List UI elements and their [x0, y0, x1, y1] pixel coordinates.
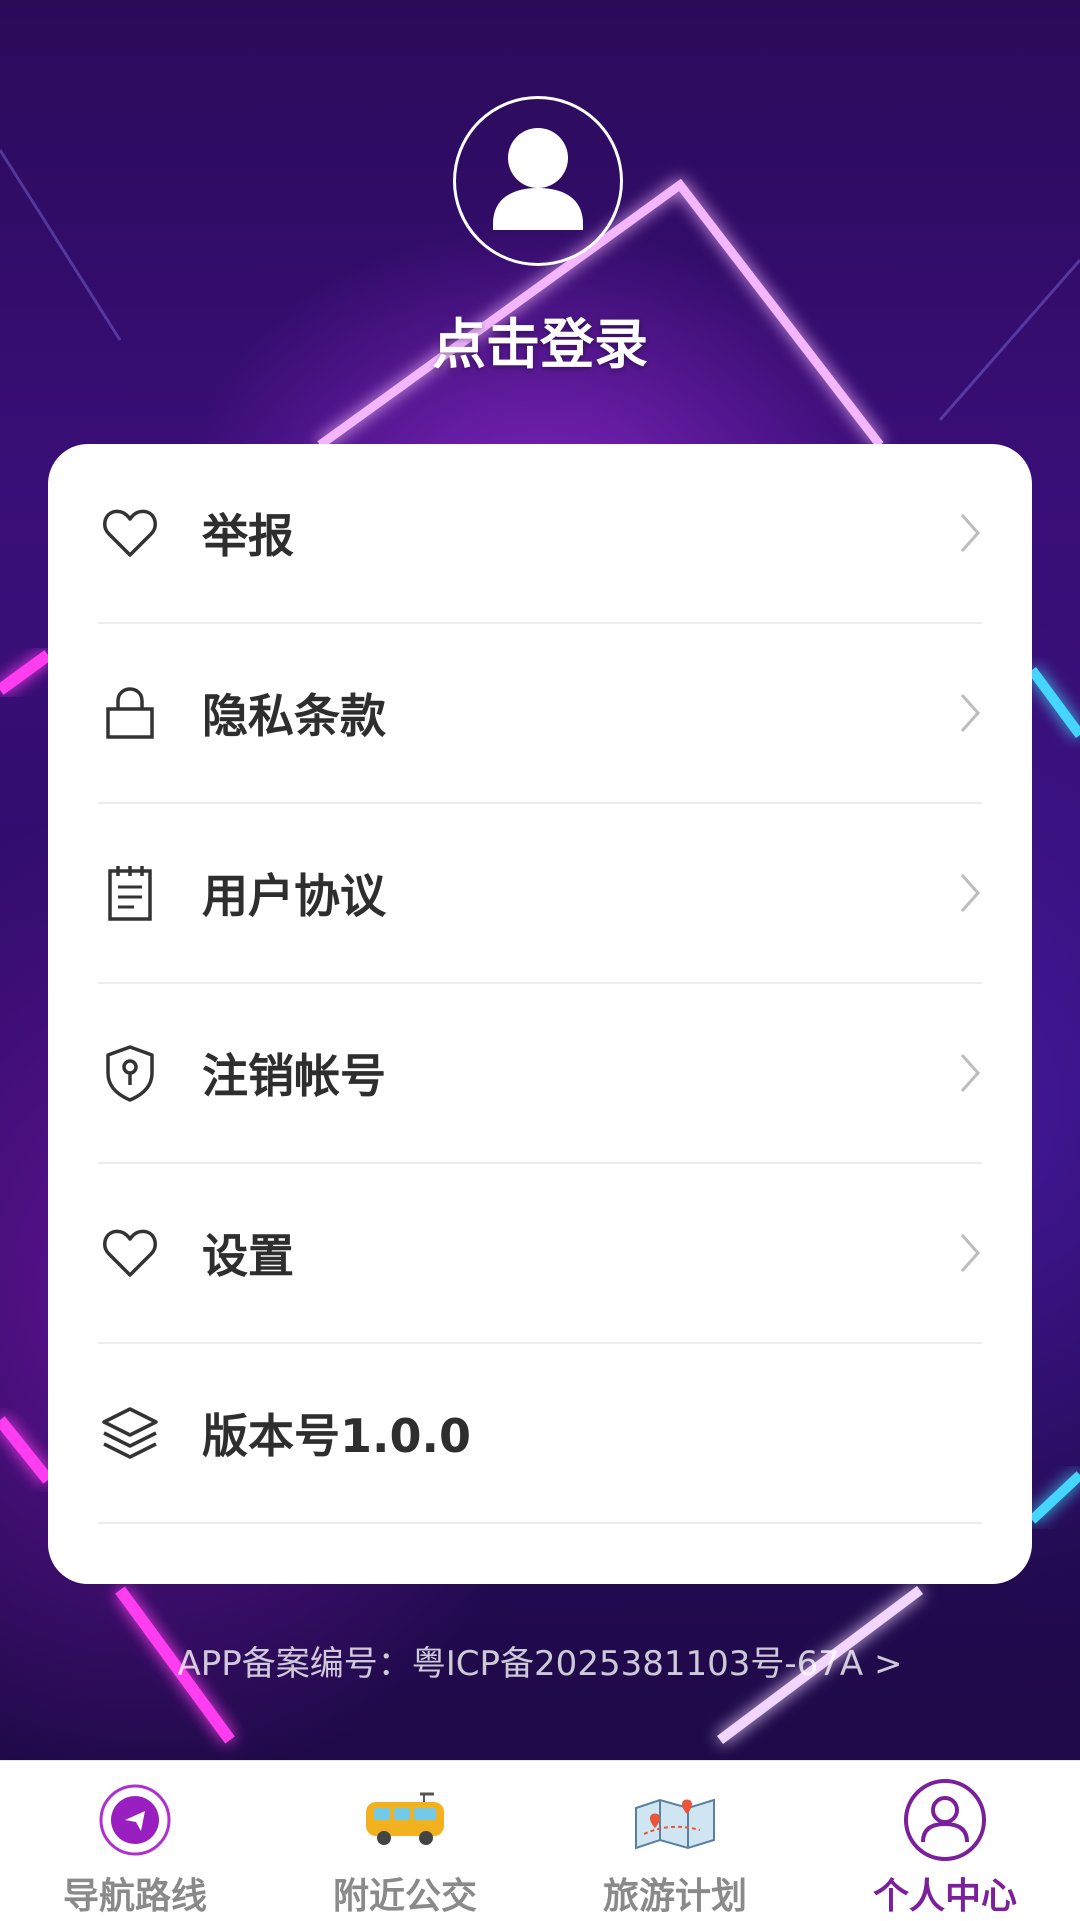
heart-icon [98, 1221, 162, 1285]
menu-item-label: 用户协议 [202, 869, 386, 923]
layers-icon [98, 1401, 162, 1465]
version-label: 版本号1.0.0 [202, 1409, 471, 1463]
tab-label: 个人中心 [872, 1876, 1017, 1917]
menu-item-version: 版本号1.0.0 [98, 1344, 982, 1524]
bottom-tab-bar: 导航路线 附近公交 旅游计划 个人中心 [0, 1760, 1080, 1921]
tab-nearby-bus[interactable]: 附近公交 [270, 1761, 540, 1921]
menu-item-user-agreement[interactable]: 用户协议 [98, 804, 982, 984]
chevron-right-icon [958, 1231, 982, 1279]
chevron-right-icon [958, 871, 982, 919]
menu-item-label: 举报 [202, 509, 294, 563]
avatar[interactable] [453, 96, 623, 266]
user-avatar-icon [493, 128, 583, 230]
menu-item-delete-account[interactable]: 注销帐号 [98, 984, 982, 1164]
bus-icon [360, 1775, 450, 1865]
chevron-right-icon [958, 691, 982, 739]
login-link[interactable]: 点击登录 [0, 300, 1080, 379]
menu-card: 举报 隐私条款 用户协议 注销帐号 设置 版本号1.0.0 [48, 444, 1032, 1584]
tab-label: 旅游计划 [602, 1876, 747, 1917]
tab-label: 导航路线 [62, 1876, 207, 1917]
tab-label: 附近公交 [332, 1876, 477, 1917]
menu-item-label: 注销帐号 [202, 1049, 386, 1103]
chevron-right-icon [958, 511, 982, 559]
chevron-right-icon [958, 1051, 982, 1099]
menu-item-label: 隐私条款 [202, 689, 386, 743]
menu-item-report[interactable]: 举报 [98, 444, 982, 624]
navigation-icon [95, 1775, 175, 1865]
shield-keyhole-icon [98, 1041, 162, 1105]
tab-profile[interactable]: 个人中心 [810, 1761, 1080, 1921]
menu-item-privacy[interactable]: 隐私条款 [98, 624, 982, 804]
menu-item-label: 设置 [202, 1229, 294, 1283]
tab-navigation[interactable]: 导航路线 [0, 1761, 270, 1921]
user-icon [903, 1775, 987, 1865]
heart-icon [98, 501, 162, 565]
icp-record-link[interactable]: APP备案编号：粤ICP备2025381103号-67A > [0, 1636, 1080, 1685]
menu-item-settings[interactable]: 设置 [98, 1164, 982, 1344]
map-icon [630, 1775, 720, 1865]
tab-travel-plan[interactable]: 旅游计划 [540, 1761, 810, 1921]
lock-icon [98, 681, 162, 745]
notepad-icon [98, 861, 162, 925]
